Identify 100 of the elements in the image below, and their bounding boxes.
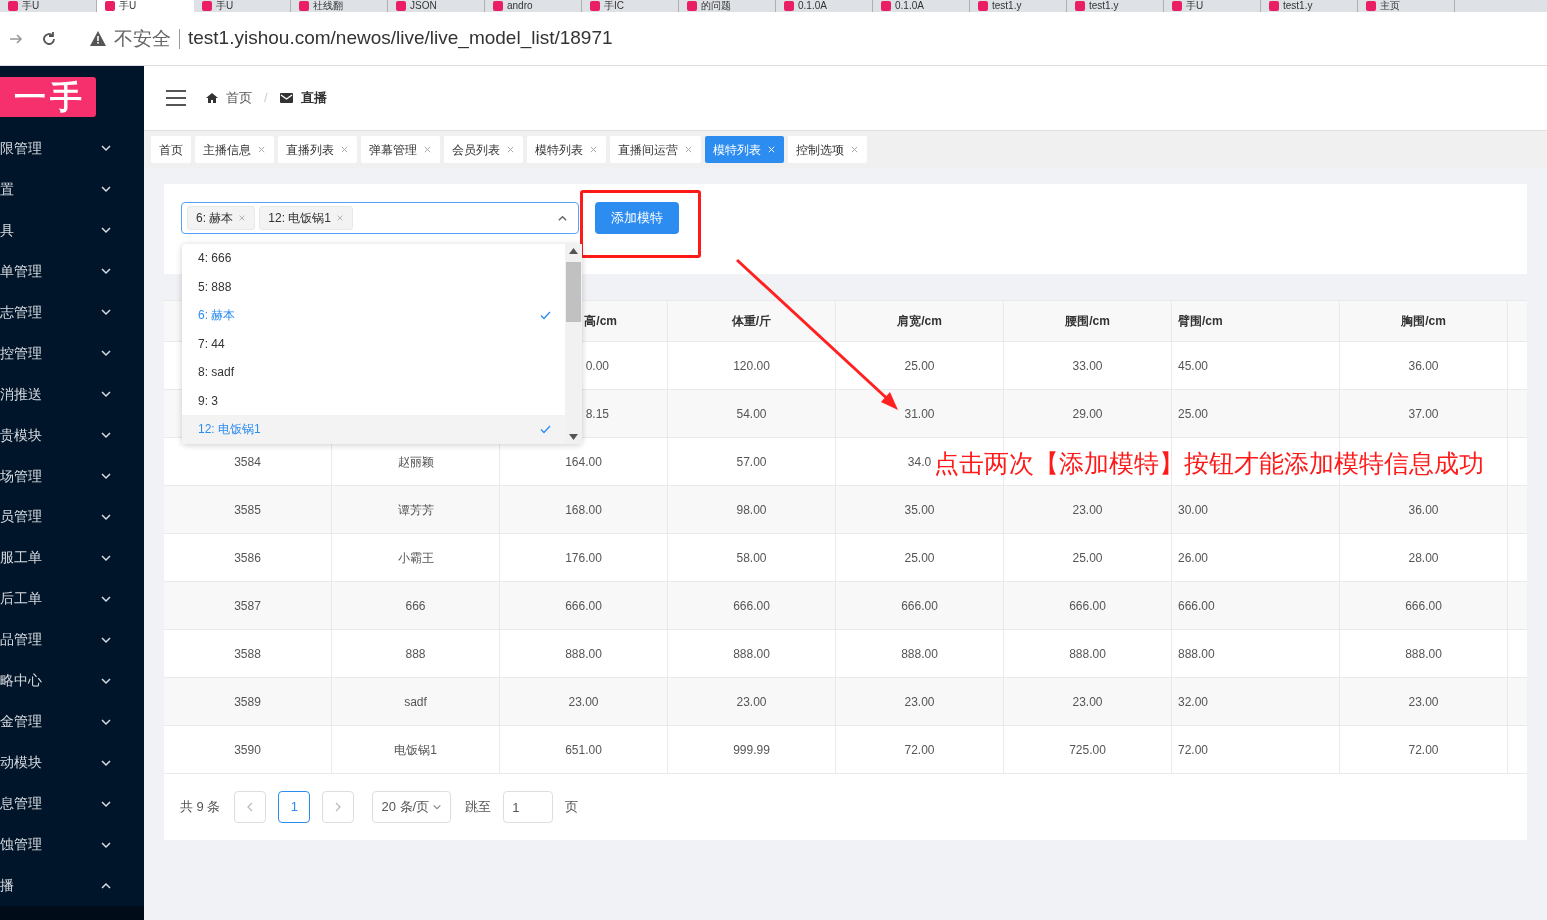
sidebar-item[interactable]: 消推送: [0, 373, 144, 415]
table-cell-text: 888.00: [733, 645, 770, 663]
page-size-select[interactable]: 20 条/页: [372, 791, 452, 823]
table-cell-text: 666.00: [1178, 597, 1215, 615]
chevron-down-icon: [432, 802, 443, 812]
page-suffix: 页: [565, 798, 579, 817]
page-tab[interactable]: 直播列表: [278, 136, 357, 163]
sidebar-item[interactable]: 略中心: [0, 660, 144, 702]
column-header[interactable]: 腰围/cm: [1065, 312, 1110, 330]
page-tab[interactable]: 弹幕管理: [361, 136, 440, 163]
sidebar-item[interactable]: 场管理: [0, 455, 144, 497]
page-tab[interactable]: 控制选项: [788, 136, 867, 163]
scroll-down-icon[interactable]: [569, 434, 578, 440]
table-cell-text: 888.00: [1069, 645, 1106, 663]
table-cell-text: 888.00: [1178, 645, 1215, 663]
table-cell-text: 37.00: [1408, 405, 1439, 423]
column-header[interactable]: 体重/斤: [731, 312, 772, 330]
sidebar-item[interactable]: 控管理: [0, 332, 144, 374]
close-icon[interactable]: [684, 145, 693, 154]
table-cell-text: 电饭锅1: [394, 741, 437, 759]
close-icon[interactable]: [257, 145, 266, 154]
jump-label: 跳至: [465, 798, 492, 817]
table-cell-text: 赵丽颖: [397, 453, 434, 471]
sidebar-item[interactable]: 服工单: [0, 537, 144, 579]
table-cell-text: 36.00: [1408, 357, 1439, 375]
close-icon[interactable]: [340, 145, 349, 154]
dropdown-option[interactable]: 7: 44: [182, 329, 565, 358]
favicon-icon: [202, 1, 212, 11]
table-cell-text: 25.00: [1178, 405, 1209, 423]
table-cell-text: 25.00: [904, 357, 935, 375]
table-cell-text: 36.00: [1408, 501, 1439, 519]
browser-tab[interactable]: 手U: [97, 0, 194, 12]
breadcrumb-link[interactable]: 直播: [300, 88, 327, 108]
table-cell-text: 3588: [234, 645, 261, 663]
column-header[interactable]: 肩宽/cm: [897, 312, 942, 330]
favicon-icon: [978, 1, 988, 11]
table-cell-text: 3586: [234, 549, 261, 567]
dropdown-option[interactable]: 9: 3: [182, 386, 565, 415]
page-input[interactable]: 1: [503, 791, 554, 823]
scrollbar[interactable]: [565, 244, 582, 444]
sidebar-item[interactable]: 品管理: [0, 619, 144, 661]
close-icon[interactable]: [850, 145, 859, 154]
menu-icon[interactable]: [166, 90, 186, 106]
table-cell-text: 666.00: [1405, 597, 1442, 615]
annotation-text: 点击两次【添加模特】按钮才能添加模特信息成功: [934, 448, 1484, 479]
table-cell-text: 25.00: [904, 549, 935, 567]
dropdown-option[interactable]: 4: 666: [182, 244, 565, 273]
close-icon[interactable]: [506, 145, 515, 154]
next-page-button[interactable]: [322, 791, 355, 823]
sidebar-item[interactable]: 播: [0, 865, 144, 907]
dropdown-option[interactable]: 8: sadf: [182, 358, 565, 387]
page-tab[interactable]: 直播间运营: [610, 136, 701, 163]
sidebar-item[interactable]: 动模块: [0, 742, 144, 784]
table-cell-text: 小霸王: [397, 549, 434, 567]
chevron-up-icon: [557, 213, 568, 224]
sidebar-item[interactable]: 息管理: [0, 783, 144, 825]
page-tab[interactable]: 会员列表: [444, 136, 523, 163]
multi-select[interactable]: 6: 赫本 12: 电饭锅1: [181, 202, 579, 234]
sidebar-item[interactable]: 金管理: [0, 701, 144, 743]
previous-page-button[interactable]: [234, 791, 267, 823]
sidebar-item[interactable]: 蚀管理: [0, 824, 144, 866]
page-tab[interactable]: 首页: [151, 136, 191, 163]
sidebar-item[interactable]: 单管理: [0, 250, 144, 292]
reload-icon[interactable]: [40, 29, 58, 48]
favicon-icon: [1366, 1, 1376, 11]
table-cell-text: 3585: [234, 501, 261, 519]
favicon-icon: [1075, 1, 1085, 11]
scrollbar-thumb[interactable]: [566, 262, 581, 322]
column-header[interactable]: 臂围/cm: [1178, 312, 1223, 330]
page-tab[interactable]: 主播信息: [195, 136, 274, 163]
close-icon[interactable]: [589, 145, 598, 154]
sidebar-item[interactable]: 贵模块: [0, 414, 144, 456]
column-header[interactable]: 高/cm: [584, 312, 617, 330]
close-icon[interactable]: [336, 214, 345, 222]
table-cell-text: 3587: [234, 597, 261, 615]
sidebar-item[interactable]: 志管理: [0, 291, 144, 333]
sidebar-item[interactable]: 限管理: [0, 127, 144, 169]
sidebar-item[interactable]: 员管理: [0, 496, 144, 538]
column-header[interactable]: 胸围/cm: [1401, 312, 1446, 330]
table-cell-text: 58.00: [736, 549, 767, 567]
favicon-icon: [590, 1, 600, 11]
sidebar-item[interactable]: 后工单: [0, 578, 144, 620]
page-tab[interactable]: 模特列表: [527, 136, 606, 163]
dropdown-option[interactable]: 6: 赫本: [182, 301, 565, 330]
check-icon: [540, 310, 551, 320]
address-field[interactable]: test1.yishou.com/newos/live/live_model_list/18971: [188, 24, 613, 53]
scroll-up-icon[interactable]: [569, 248, 578, 254]
table-cell-text: 23.00: [1072, 693, 1103, 711]
table-cell-text: 谭芳芳: [397, 501, 434, 519]
close-icon[interactable]: [423, 145, 432, 154]
breadcrumb-link[interactable]: 首页: [226, 88, 252, 108]
total-count: 共 9 条: [180, 798, 221, 817]
table-cell-text: 888.00: [565, 645, 602, 663]
table-cell-text: 29.00: [1072, 405, 1103, 423]
table-cell-text: 25.00: [1072, 549, 1103, 567]
close-icon[interactable]: [238, 214, 247, 222]
dropdown-option[interactable]: 5: 888: [182, 272, 565, 301]
sidebar-item[interactable]: 置: [0, 168, 144, 210]
sidebar-item[interactable]: 具: [0, 209, 144, 251]
favicon-icon: [8, 1, 18, 11]
